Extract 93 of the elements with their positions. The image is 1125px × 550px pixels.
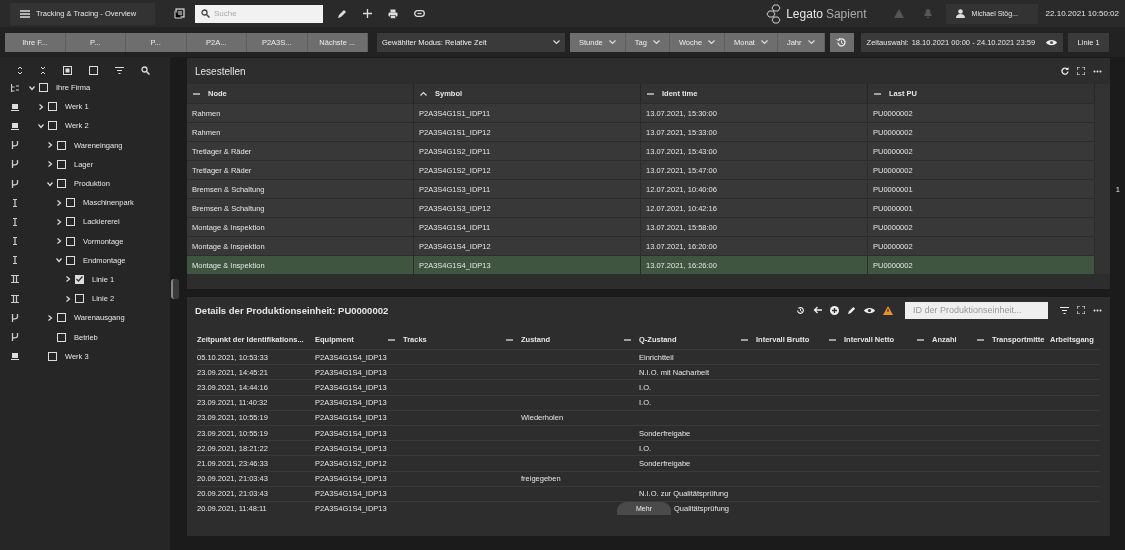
- column-menu-icon[interactable]: [741, 338, 748, 341]
- checkbox[interactable]: [57, 140, 66, 150]
- print-icon[interactable]: [388, 8, 398, 19]
- user-icon: [955, 9, 965, 18]
- history-icon[interactable]: [796, 305, 805, 315]
- checkbox[interactable]: [66, 255, 75, 265]
- search-field[interactable]: ID der Produktionseinheit...: [905, 301, 1048, 319]
- checkbox[interactable]: [66, 198, 75, 208]
- double-beam-icon: [11, 294, 19, 303]
- caret-right-icon[interactable]: [65, 295, 71, 302]
- search-icon: [201, 9, 210, 18]
- beam-icon: [11, 198, 19, 207]
- filter-icon[interactable]: [114, 66, 124, 74]
- checkbox[interactable]: [57, 332, 66, 342]
- more-icon[interactable]: [1093, 308, 1102, 312]
- warning-icon[interactable]: [883, 305, 893, 315]
- dashboard-icon[interactable]: [174, 8, 185, 19]
- column-menu-icon[interactable]: [977, 338, 984, 341]
- menu-icon: [20, 9, 30, 18]
- plant-icon: [11, 352, 19, 361]
- more-icon[interactable]: [1093, 69, 1102, 73]
- eye-icon[interactable]: [1046, 38, 1058, 46]
- search-field[interactable]: Suche: [195, 4, 323, 23]
- double-beam-icon: [11, 275, 19, 284]
- checkbox[interactable]: [57, 179, 66, 189]
- checkbox[interactable]: [57, 159, 66, 169]
- search-icon[interactable]: [140, 65, 150, 75]
- caret-down-icon[interactable]: [56, 257, 62, 264]
- collapse-all-icon[interactable]: [40, 65, 47, 75]
- checkbox[interactable]: [48, 121, 57, 131]
- beam-icon: [11, 256, 19, 265]
- caret-down-icon[interactable]: [38, 122, 44, 129]
- checkbox[interactable]: [48, 102, 57, 112]
- select-all-icon[interactable]: [63, 65, 73, 75]
- back-arrow-icon[interactable]: [813, 306, 822, 314]
- column-menu-icon[interactable]: [829, 338, 836, 341]
- checkbox[interactable]: [39, 83, 48, 93]
- caret-down-icon[interactable]: [29, 84, 35, 91]
- caret-right-icon[interactable]: [47, 314, 53, 321]
- checkbox[interactable]: [75, 294, 84, 304]
- pencil-icon[interactable]: [337, 8, 347, 19]
- column-menu-icon[interactable]: [624, 338, 631, 341]
- chevron-icon: [553, 39, 560, 45]
- caret-right-icon[interactable]: [38, 103, 44, 110]
- chevron-icon: [708, 39, 716, 45]
- caret-right-icon[interactable]: [56, 218, 62, 225]
- pencil-icon[interactable]: [847, 305, 856, 315]
- branch-icon: [11, 141, 19, 150]
- panel-title: Details der Produktionseinheit: PU0000002: [195, 304, 389, 316]
- caret-right-icon[interactable]: [56, 238, 62, 245]
- fullscreen-icon[interactable]: [1077, 67, 1085, 75]
- date-time: 22.10.2021 10:50:02: [1045, 9, 1119, 18]
- caret-down-icon[interactable]: [47, 180, 53, 187]
- logo-text: Sapient: [825, 6, 867, 21]
- hierarchy-icon: [11, 83, 19, 92]
- beam-icon: [11, 217, 19, 226]
- history-icon: [836, 36, 848, 48]
- caret-right-icon[interactable]: [47, 161, 53, 168]
- history-button[interactable]: [829, 32, 854, 52]
- caret-right-icon[interactable]: [56, 199, 62, 206]
- checkbox-icon[interactable]: [88, 65, 98, 75]
- add-circle-icon[interactable]: [830, 305, 839, 315]
- branch-icon: [11, 179, 19, 188]
- resize-handle[interactable]: [171, 279, 179, 299]
- column-menu-icon[interactable]: [388, 338, 395, 341]
- refresh-icon[interactable]: [1061, 67, 1069, 75]
- link-icon[interactable]: [414, 10, 425, 17]
- chevron-icon: [807, 39, 815, 45]
- branch-icon: [11, 313, 19, 322]
- checkbox[interactable]: [48, 351, 57, 361]
- checkbox[interactable]: [75, 274, 84, 284]
- expand-all-icon[interactable]: [17, 65, 24, 75]
- chevron-icon: [760, 39, 768, 45]
- caret-right-icon[interactable]: [47, 142, 53, 149]
- branch-icon: [11, 333, 19, 342]
- column-menu-icon[interactable]: [917, 338, 924, 341]
- filter-icon[interactable]: [1060, 306, 1069, 314]
- beam-icon: [11, 237, 19, 246]
- plant-icon: [11, 102, 19, 111]
- checkbox[interactable]: [57, 313, 66, 323]
- plant-icon: [11, 121, 19, 130]
- chevron-icon: [608, 39, 616, 45]
- logo-text: Legato: [786, 6, 823, 21]
- eye-icon[interactable]: [864, 306, 875, 314]
- column-menu-icon[interactable]: [506, 338, 513, 341]
- checkbox[interactable]: [66, 217, 75, 227]
- chevron-icon: [652, 39, 660, 45]
- caret-right-icon[interactable]: [65, 276, 71, 283]
- checkbox[interactable]: [66, 236, 75, 246]
- fullscreen-icon[interactable]: [1077, 306, 1085, 314]
- plus-icon[interactable]: [363, 9, 372, 18]
- panel-title: Lesestellen: [195, 65, 246, 77]
- branch-icon: [11, 160, 19, 169]
